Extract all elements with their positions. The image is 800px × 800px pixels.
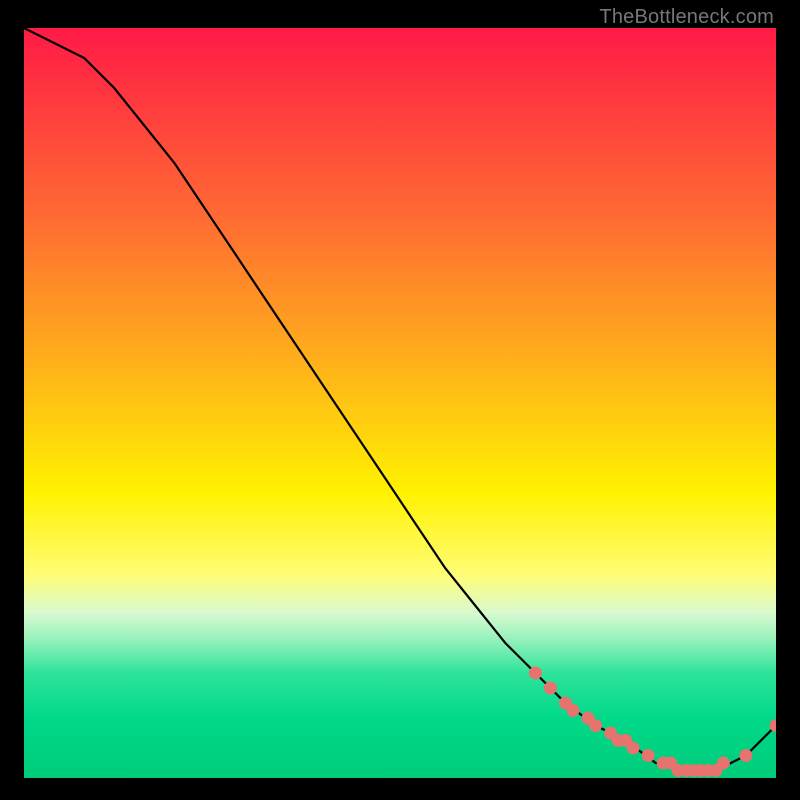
data-point xyxy=(642,749,655,762)
data-point xyxy=(544,682,557,695)
data-point xyxy=(529,667,542,680)
attribution-label: TheBottleneck.com xyxy=(599,6,774,29)
data-point xyxy=(717,757,730,770)
curve-line xyxy=(24,28,776,771)
data-point xyxy=(589,719,602,732)
data-point xyxy=(739,749,752,762)
data-point xyxy=(567,704,580,717)
chart-area xyxy=(24,28,776,778)
chart-svg xyxy=(24,28,776,778)
data-point xyxy=(627,742,640,755)
